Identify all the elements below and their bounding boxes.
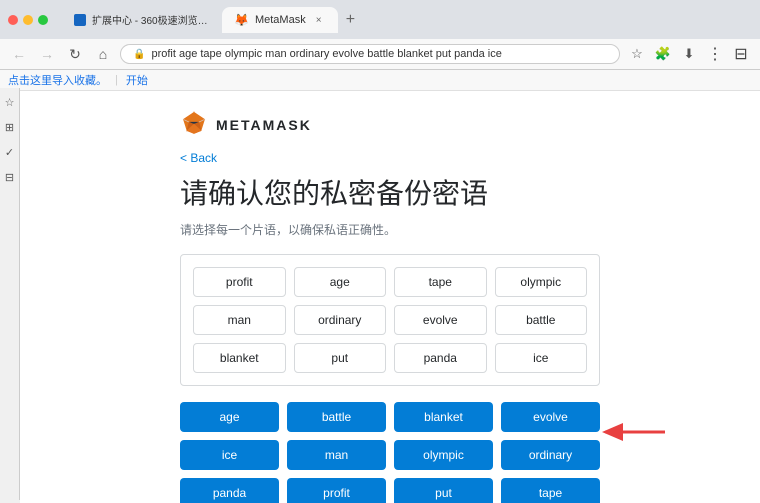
title-bar: 扩展中心 - 360极速浏览器 - 小工具 🦊 MetaMask × +: [0, 0, 760, 39]
maximize-button[interactable]: [38, 15, 48, 25]
tab2-close[interactable]: ×: [312, 13, 326, 27]
sidebar-button[interactable]: ⊟: [730, 43, 752, 65]
word-slot-5[interactable]: ordinary: [294, 305, 387, 335]
arrow-indicator-top: [595, 412, 675, 452]
word-choice-6[interactable]: olympic: [394, 440, 493, 470]
browser-sidebar: ☆ ⊞ ✓ ⊟: [0, 88, 20, 500]
nav-bar: ← → ↻ ⌂ 🔒 profit age tape olympic man or…: [0, 39, 760, 70]
browser-chrome: 扩展中心 - 360极速浏览器 - 小工具 🦊 MetaMask × + ← →…: [0, 0, 760, 91]
word-choice-8[interactable]: panda: [180, 478, 279, 503]
sidebar-icon-bookmark[interactable]: ☆: [5, 96, 15, 109]
lock-icon: 🔒: [133, 49, 145, 60]
back-link[interactable]: < Back: [180, 151, 600, 165]
nav-actions: ☆ 🧩 ⬇ ⋮ ⊟: [626, 43, 752, 65]
home-button[interactable]: ⌂: [92, 43, 114, 65]
sidebar-icon-settings[interactable]: ⊟: [5, 171, 14, 184]
tabs-bar: 扩展中心 - 360极速浏览器 - 小工具 🦊 MetaMask × +: [54, 6, 752, 33]
tab-metamask[interactable]: 🦊 MetaMask ×: [222, 7, 338, 33]
word-slot-4[interactable]: man: [193, 305, 286, 335]
close-button[interactable]: [8, 15, 18, 25]
bookmark-start[interactable]: 开始: [126, 72, 148, 88]
word-slot-11[interactable]: ice: [495, 343, 588, 373]
bookmark-separator: |: [115, 74, 118, 86]
word-choice-5[interactable]: man: [287, 440, 386, 470]
mm-header: METAMASK: [180, 111, 600, 139]
metamask-container: METAMASK < Back 请确认您的私密备份密语 请选择每一个片语，以确保…: [180, 111, 600, 483]
tab2-favicon: 🦊: [234, 13, 249, 27]
word-choice-11[interactable]: tape: [501, 478, 600, 503]
extensions-button[interactable]: 🧩: [652, 43, 674, 65]
word-choice-3[interactable]: evolve: [501, 402, 600, 432]
word-choice-2[interactable]: blanket: [394, 402, 493, 432]
page-subtitle: 请选择每一个片语，以确保私语正确性。: [180, 221, 600, 238]
menu-button[interactable]: ⋮: [704, 43, 726, 65]
word-choice-1[interactable]: battle: [287, 402, 386, 432]
word-choice-0[interactable]: age: [180, 402, 279, 432]
back-button[interactable]: ←: [8, 43, 30, 65]
tab1-favicon: [74, 14, 86, 26]
bookmarks-bar: 点击这里导入收藏。 | 开始: [0, 70, 760, 91]
forward-button[interactable]: →: [36, 43, 58, 65]
word-choices-grid: age battle blanket evolve iceman olympic ordin…: [180, 402, 600, 503]
new-tab-button[interactable]: +: [338, 7, 363, 33]
tab-extensions[interactable]: 扩展中心 - 360极速浏览器 - 小工具: [62, 6, 222, 33]
refresh-button[interactable]: ↻: [64, 43, 86, 65]
star-button[interactable]: ☆: [626, 43, 648, 65]
word-choices-wrapper: age battle blanket evolve iceman olympic ordin…: [180, 402, 600, 503]
word-choice-7[interactable]: ordinary: [501, 440, 600, 470]
word-slot-1[interactable]: age: [294, 267, 387, 297]
metamask-logo: [180, 111, 208, 139]
word-slots-grid: profit agetape olympic man ordinaryevolve bat…: [180, 254, 600, 386]
sidebar-icon-history[interactable]: ⊞: [5, 121, 14, 134]
metamask-brand: METAMASK: [216, 117, 312, 133]
word-slot-2[interactable]: tape: [394, 267, 487, 297]
sidebar-icon-check[interactable]: ✓: [5, 146, 14, 159]
address-bar[interactable]: 🔒 profit age tape olympic man ordinary e…: [120, 44, 620, 64]
tab2-title: MetaMask: [255, 14, 306, 26]
word-choice-10[interactable]: put: [394, 478, 493, 503]
word-slot-7[interactable]: battle: [495, 305, 588, 335]
word-slot-6[interactable]: evolve: [394, 305, 487, 335]
word-slot-0[interactable]: profit: [193, 267, 286, 297]
traffic-lights: [8, 15, 48, 25]
page-content: METAMASK < Back 请确认您的私密备份密语 请选择每一个片语，以确保…: [20, 91, 760, 503]
bookmark-import[interactable]: 点击这里导入收藏。: [8, 72, 107, 88]
word-slot-3[interactable]: olympic: [495, 267, 588, 297]
word-choice-4[interactable]: ice: [180, 440, 279, 470]
minimize-button[interactable]: [23, 15, 33, 25]
word-slot-8[interactable]: blanket: [193, 343, 286, 373]
download-button[interactable]: ⬇: [678, 43, 700, 65]
word-slot-10[interactable]: panda: [394, 343, 487, 373]
page-title: 请确认您的私密备份密语: [180, 177, 600, 211]
word-slot-9[interactable]: put: [294, 343, 387, 373]
tab1-title: 扩展中心 - 360极速浏览器 - 小工具: [92, 12, 210, 27]
word-choice-9[interactable]: profit: [287, 478, 386, 503]
address-text: profit age tape olympic man ordinary evo…: [151, 48, 607, 60]
